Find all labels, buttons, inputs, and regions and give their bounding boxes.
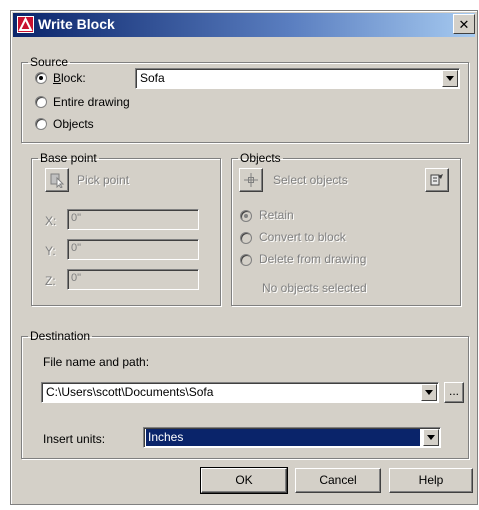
entire-drawing-radio[interactable] bbox=[35, 96, 47, 108]
chevron-down-icon[interactable] bbox=[421, 384, 437, 401]
block-radio[interactable] bbox=[35, 72, 47, 84]
block-name-value: Sofa bbox=[140, 71, 165, 85]
pick-point-icon bbox=[50, 173, 65, 188]
file-name-label: File name and path: bbox=[43, 355, 150, 369]
delete-from-drawing-label: Delete from drawing bbox=[259, 252, 367, 266]
y-coordinate-field[interactable]: 0" bbox=[67, 239, 199, 260]
base-point-legend: Base point bbox=[40, 151, 97, 165]
pick-point-label: Pick point bbox=[77, 173, 130, 187]
close-button[interactable]: ✕ bbox=[453, 14, 475, 34]
insert-units-combo[interactable]: Inches bbox=[143, 427, 441, 448]
help-button[interactable]: Help bbox=[389, 468, 473, 493]
title-bar[interactable]: Write Block ✕ bbox=[13, 13, 475, 37]
ok-button[interactable]: OK bbox=[200, 467, 288, 494]
x-coordinate-field[interactable]: 0" bbox=[67, 209, 199, 230]
write-block-dialog: Write Block ✕ Source Block: Sofa Entire … bbox=[10, 10, 478, 505]
cancel-button[interactable]: Cancel bbox=[295, 468, 381, 493]
objects-legend: Objects bbox=[240, 151, 281, 165]
quick-select-icon bbox=[430, 174, 443, 186]
objects-radio[interactable] bbox=[35, 118, 47, 130]
source-legend: Source bbox=[30, 55, 69, 69]
crosshair-icon bbox=[244, 173, 258, 187]
selection-status: No objects selected bbox=[262, 281, 367, 295]
chevron-down-icon[interactable] bbox=[442, 70, 458, 87]
block-name-combo[interactable]: Sofa bbox=[135, 68, 460, 89]
file-path-combo[interactable]: C:\Users\scott\Documents\Sofa bbox=[41, 382, 439, 403]
file-path-value: C:\Users\scott\Documents\Sofa bbox=[46, 385, 214, 399]
entire-drawing-label[interactable]: Entire drawing bbox=[53, 95, 130, 109]
convert-to-block-radio[interactable] bbox=[240, 232, 252, 244]
z-coordinate-field[interactable]: 0" bbox=[67, 269, 199, 290]
chevron-down-icon[interactable] bbox=[423, 429, 439, 446]
convert-to-block-label: Convert to block bbox=[259, 230, 346, 244]
select-objects-label: Select objects bbox=[273, 173, 348, 187]
pick-point-button[interactable] bbox=[45, 168, 69, 192]
insert-units-value: Inches bbox=[146, 429, 420, 446]
insert-units-label: Insert units: bbox=[43, 432, 106, 446]
autocad-app-icon bbox=[17, 16, 34, 33]
retain-radio[interactable] bbox=[240, 210, 252, 222]
x-label: X: bbox=[45, 214, 57, 228]
block-label-text: lock: bbox=[61, 71, 86, 85]
window-title: Write Block bbox=[38, 16, 115, 32]
y-label: Y: bbox=[45, 244, 56, 258]
retain-label: Retain bbox=[259, 208, 294, 222]
block-radio-label[interactable]: Block: bbox=[53, 71, 86, 85]
destination-legend: Destination bbox=[30, 329, 91, 343]
quick-select-button[interactable] bbox=[425, 168, 449, 192]
select-objects-button[interactable] bbox=[239, 168, 263, 192]
z-label: Z: bbox=[45, 274, 56, 288]
browse-button[interactable]: ... bbox=[444, 382, 464, 403]
delete-from-drawing-radio[interactable] bbox=[240, 254, 252, 266]
objects-radio-label[interactable]: Objects bbox=[53, 117, 94, 131]
